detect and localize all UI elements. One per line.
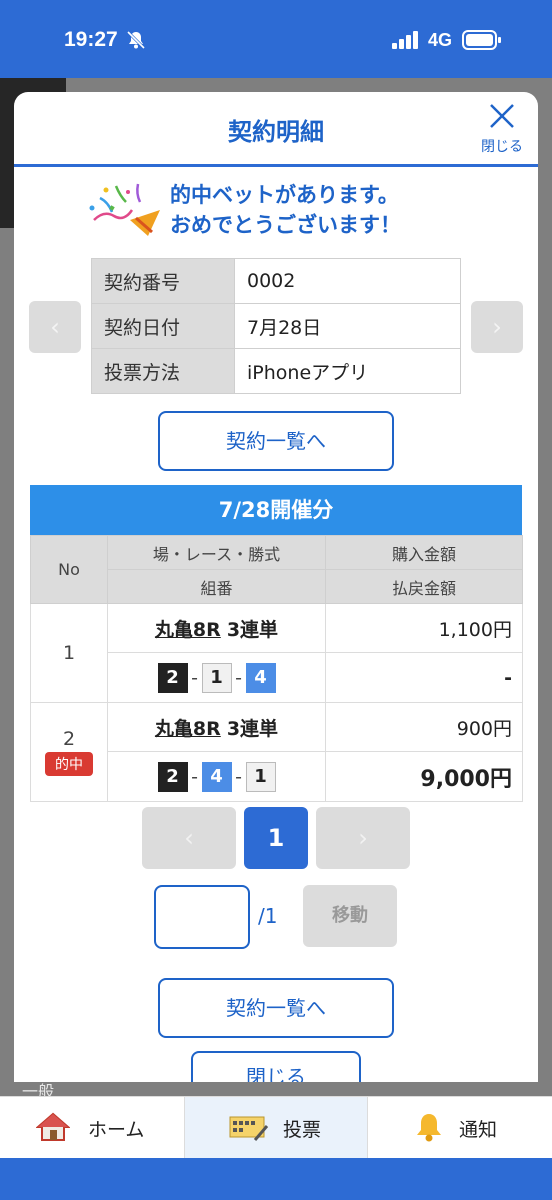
hit-message-line2: おめでとうございます！ xyxy=(170,213,401,237)
payout-amount: 9,000円 xyxy=(325,751,523,802)
purchase-amount: 1,100円 xyxy=(325,603,523,653)
contract-key: 契約番号 xyxy=(91,258,235,304)
mute-bell-icon xyxy=(126,30,146,54)
tab-vote-label: 投票 xyxy=(283,1119,322,1141)
contract-detail-modal: 契約明細 閉じる 的中ベットがあります。 おめでとうございます！ ‹ › 契約番… xyxy=(14,92,538,1082)
hit-message: 的中ベットがあります。 おめでとうございます！ xyxy=(170,180,401,240)
separator: - xyxy=(191,666,198,689)
table-row: 契約番号 0002 xyxy=(91,258,461,304)
close-button[interactable]: 閉じる xyxy=(472,102,532,158)
home-indicator-bar xyxy=(0,1158,552,1200)
number-box: 2 xyxy=(157,761,188,792)
page-total: /1 xyxy=(258,904,278,928)
contract-value: iPhoneアプリ xyxy=(234,348,461,394)
bottom-tab-bar: ホーム 投票 通知 xyxy=(0,1096,552,1159)
bet-type: 3連単 xyxy=(226,717,279,740)
number-box: 1 xyxy=(245,761,276,792)
header-no: No xyxy=(30,535,108,604)
table-row: 1 丸亀8R 3連単 1,100円 xyxy=(30,603,523,703)
header-payout: 払戻金額 xyxy=(325,569,523,604)
page-number-input[interactable] xyxy=(154,885,250,949)
contract-value: 0002 xyxy=(234,258,461,304)
number-box: 4 xyxy=(245,662,276,693)
close-label: 閉じる xyxy=(481,139,523,155)
close-icon xyxy=(490,104,514,128)
modal-title: 契約明細 xyxy=(228,118,324,146)
tab-notify-label: 通知 xyxy=(459,1119,498,1141)
status-time: 19:27 xyxy=(64,28,118,51)
network-type: 4G xyxy=(428,30,453,50)
hit-badge: 的中 xyxy=(45,752,93,776)
contract-key: 投票方法 xyxy=(91,348,235,394)
combination-cell: 2-1-4 xyxy=(107,652,326,703)
prev-contract-button[interactable]: ‹ xyxy=(29,301,81,353)
contract-value: 7月28日 xyxy=(234,303,461,349)
contract-list-button[interactable]: 契約一覧へ xyxy=(158,411,394,471)
separator: - xyxy=(235,765,242,788)
tab-vote[interactable]: 投票 xyxy=(184,1097,368,1159)
header-numbers: 組番 xyxy=(107,569,326,604)
bet-no: 2 的中 xyxy=(30,702,108,802)
payout-amount: - xyxy=(325,652,523,703)
contract-info-table: 契約番号 0002 契約日付 7月28日 投票方法 iPhoneアプリ xyxy=(91,258,461,394)
race-cell: 丸亀8R 3連単 xyxy=(107,603,326,653)
separator: - xyxy=(191,765,198,788)
page-current-button[interactable]: 1 xyxy=(244,807,308,869)
tab-home-label: ホーム xyxy=(88,1119,145,1141)
tab-home[interactable]: ホーム xyxy=(0,1097,183,1159)
table-row: 2 的中 丸亀8R 3連単 900円 xyxy=(30,702,523,802)
contract-key: 契約日付 xyxy=(91,303,235,349)
table-row: 投票方法 iPhoneアプリ xyxy=(91,348,461,394)
race-link[interactable]: 丸亀8R xyxy=(155,619,221,641)
purchase-amount: 900円 xyxy=(325,702,523,752)
battery-icon xyxy=(462,30,502,54)
race-cell: 丸亀8R 3連単 xyxy=(107,702,326,752)
home-icon xyxy=(36,1112,70,1141)
number-box: 4 xyxy=(201,761,232,792)
close-modal-button[interactable]: 閉じる xyxy=(191,1051,361,1082)
ticket-icon xyxy=(229,1116,269,1141)
tab-notify[interactable]: 通知 xyxy=(367,1097,552,1159)
bet-no-value: 1 xyxy=(62,642,76,664)
page-next-button[interactable]: › xyxy=(316,807,410,869)
header-purchase: 購入金額 xyxy=(325,535,523,570)
bell-icon xyxy=(417,1114,441,1142)
combination-cell: 2-4-1 xyxy=(107,751,326,802)
day-banner: 7/28開催分 xyxy=(30,485,522,535)
signal-icon xyxy=(392,31,420,53)
number-box: 2 xyxy=(157,662,188,693)
separator: - xyxy=(235,666,242,689)
modal-header: 契約明細 閉じる xyxy=(14,92,538,167)
number-box: 1 xyxy=(201,662,232,693)
bet-results-table: No 場・レース・勝式 購入金額 組番 払戻金額 1 丸亀8R 3連単 1,10… xyxy=(30,535,523,802)
status-bar: 19:27 4G xyxy=(0,0,552,78)
hit-message-line1: 的中ベットがあります。 xyxy=(170,183,399,207)
table-row: 契約日付 7月28日 xyxy=(91,303,461,349)
bet-no-value: 2 xyxy=(62,728,76,750)
next-contract-button[interactable]: › xyxy=(471,301,523,353)
bet-no: 1 xyxy=(30,603,108,703)
contract-list-button-bottom[interactable]: 契約一覧へ xyxy=(158,978,394,1038)
race-link[interactable]: 丸亀8R xyxy=(155,718,221,740)
move-button[interactable]: 移動 xyxy=(303,885,397,947)
table-header-row: No 場・レース・勝式 購入金額 xyxy=(30,535,523,604)
page-prev-button[interactable]: ‹ xyxy=(142,807,236,869)
party-popper-icon xyxy=(86,180,166,240)
header-race: 場・レース・勝式 xyxy=(107,535,326,570)
bet-type: 3連単 xyxy=(226,618,279,641)
